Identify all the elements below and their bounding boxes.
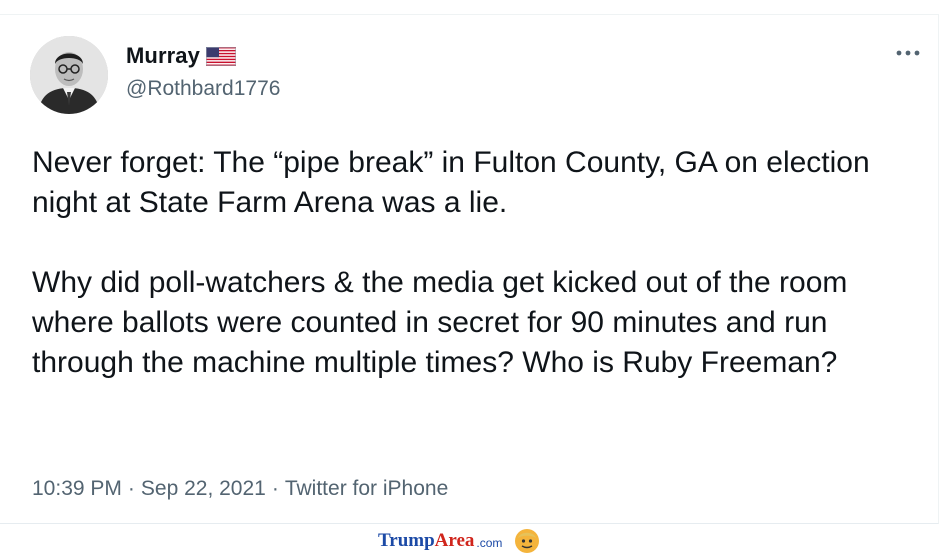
tweet-text: Never forget: The “pipe break” in Fulton… xyxy=(32,146,870,379)
watermark: Trump Area .com xyxy=(378,528,540,554)
separator-dot: · xyxy=(127,477,135,500)
tweet-metadata: 10:39 PM · Sep 22, 2021 · Twitter for iPhone xyxy=(32,477,448,501)
watermark-com: .com xyxy=(476,536,503,550)
page: Murray @Rothbard1776 Never forget: The “… xyxy=(0,0,940,554)
separator-dot: · xyxy=(271,477,279,500)
display-name[interactable]: Murray xyxy=(126,43,200,69)
more-options-icon[interactable] xyxy=(892,43,924,63)
tweet-date[interactable]: Sep 22, 2021 xyxy=(141,477,266,500)
author-name-row: Murray xyxy=(126,43,236,69)
tweet-source[interactable]: Twitter for iPhone xyxy=(285,477,448,500)
us-flag-icon xyxy=(205,46,236,66)
avatar-portrait-icon xyxy=(30,36,108,114)
tweet-time[interactable]: 10:39 PM xyxy=(32,477,122,500)
watermark-logo-icon xyxy=(514,528,540,554)
avatar[interactable] xyxy=(30,36,108,114)
watermark-area: Area xyxy=(434,530,475,551)
watermark-trump: Trump xyxy=(378,530,435,551)
tweet-card: Murray @Rothbard1776 Never forget: The “… xyxy=(0,14,939,524)
user-handle[interactable]: @Rothbard1776 xyxy=(126,77,280,101)
